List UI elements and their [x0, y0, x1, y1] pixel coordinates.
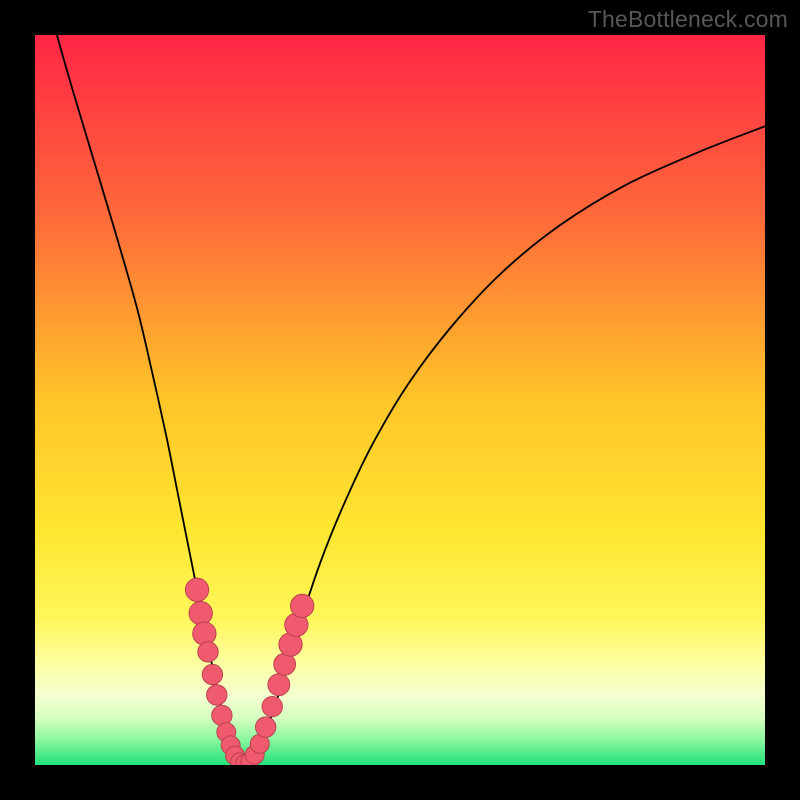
- curve-layer: [35, 35, 765, 765]
- marker-group: [185, 578, 313, 765]
- curve-marker: [198, 642, 218, 662]
- watermark-text: TheBottleneck.com: [588, 6, 788, 33]
- curve-marker: [255, 717, 275, 737]
- curve-marker: [185, 578, 208, 601]
- plot-area: [35, 35, 765, 765]
- curve-marker: [274, 653, 296, 675]
- curve-marker: [202, 664, 222, 684]
- chart-frame: TheBottleneck.com: [0, 0, 800, 800]
- curve-marker: [189, 601, 212, 624]
- curve-marker: [193, 622, 216, 645]
- curve-marker: [212, 705, 232, 725]
- curve-marker: [268, 674, 290, 696]
- bottleneck-curve: [57, 35, 765, 764]
- curve-marker: [291, 594, 314, 617]
- curve-marker: [262, 696, 282, 716]
- curve-marker: [207, 685, 227, 705]
